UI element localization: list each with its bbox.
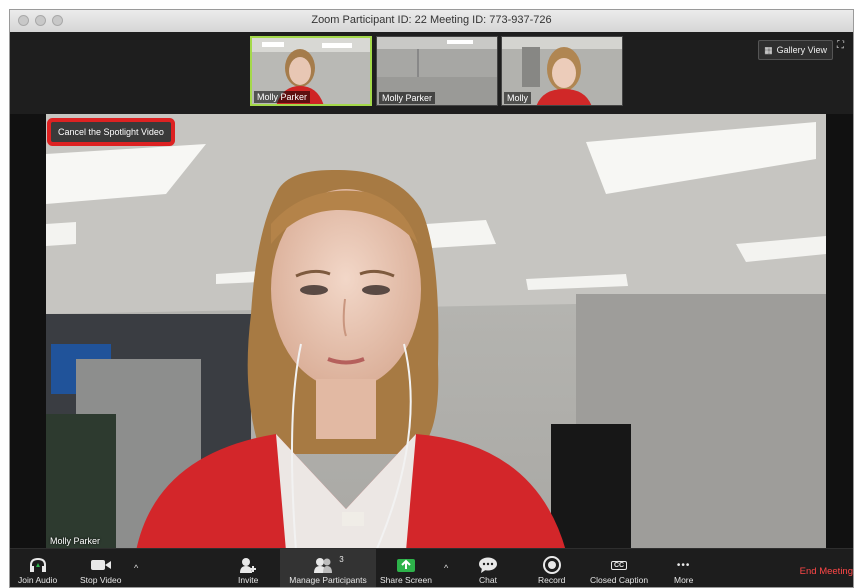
zoom-window: Zoom Participant ID: 22 Meeting ID: 773-… [9,9,854,588]
share-options-chevron-icon[interactable]: ^ [444,563,448,573]
chat-bubble-icon [478,555,498,575]
meeting-toolbar: Join Audio Stop Video ^ Invite 3 Manage … [10,548,853,587]
record-label: Record [538,575,566,585]
manage-participants-label: Manage Participants [289,575,367,585]
record-button[interactable]: Record [538,555,565,585]
more-label: More [674,575,694,585]
thumbnail-strip: Molly Parker Molly Parker Molly ▦ Galler… [10,32,853,114]
spotlight-video [46,114,826,551]
thumbnail-name: Molly [504,92,532,104]
stop-video-label: Stop Video [80,575,122,585]
cc-badge: CC [611,560,628,570]
invite-person-icon [239,555,257,575]
grid-icon: ▦ [764,44,773,55]
more-dots-icon: ••• [676,559,691,571]
share-screen-label: Share Screen [380,575,432,585]
closed-caption-label: Closed Caption [590,575,649,585]
participant-count-badge: 3 [339,555,344,564]
gallery-view-label: Gallery View [776,45,827,55]
chat-button[interactable]: Chat [478,555,498,585]
join-audio-button[interactable]: Join Audio [18,555,57,585]
closed-caption-icon: CC [611,555,628,575]
participant-thumbnail[interactable]: Molly [501,36,623,106]
gallery-view-button[interactable]: ▦ Gallery View [758,40,833,60]
thumbnail-name: Molly Parker [379,92,436,104]
fullscreen-icon[interactable]: ⛶ [837,40,851,58]
participant-thumbnail[interactable]: Molly Parker [376,36,498,106]
title-bar: Zoom Participant ID: 22 Meeting ID: 773-… [10,10,853,33]
window-title: Zoom Participant ID: 22 Meeting ID: 773-… [311,14,552,26]
record-icon [542,555,561,575]
participant-thumbnail[interactable]: Molly Parker [250,36,372,106]
headphones-icon [29,555,47,575]
cancel-spotlight-button[interactable]: Cancel the Spotlight Video [51,122,171,142]
chat-label: Chat [479,575,497,585]
share-screen-icon [396,555,416,575]
video-stage: Cancel the Spotlight Video Molly Parker [10,114,853,551]
video-options-chevron-icon[interactable]: ^ [134,563,138,573]
closed-caption-button[interactable]: CC Closed Caption [590,555,648,585]
video-camera-icon [90,555,112,575]
participants-icon: 3 [312,555,344,575]
join-audio-label: Join Audio [18,575,58,585]
invite-label: Invite [238,575,259,585]
stop-video-button[interactable]: Stop Video [80,555,121,585]
video-participant-name: Molly Parker [50,536,101,546]
video-frame [46,114,826,551]
end-meeting-button[interactable]: End Meeting [800,566,853,577]
share-screen-button[interactable]: Share Screen [380,555,432,585]
more-button[interactable]: ••• More [674,555,694,586]
manage-participants-button[interactable]: 3 Manage Participants [280,549,376,587]
invite-button[interactable]: Invite [238,555,258,585]
thumbnail-name: Molly Parker [254,91,311,103]
